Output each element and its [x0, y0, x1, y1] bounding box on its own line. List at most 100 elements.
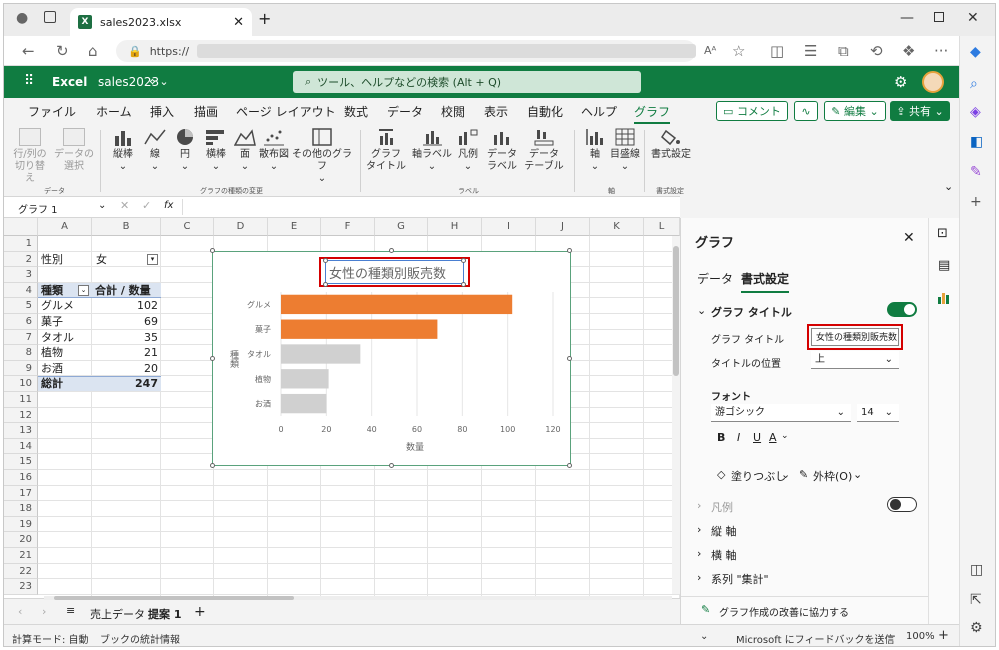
grid-hscroll-thumb[interactable]: [54, 596, 294, 600]
chart-resize-handle[interactable]: [389, 463, 394, 468]
back-icon[interactable]: ←: [22, 42, 35, 60]
column-header[interactable]: K: [590, 218, 644, 236]
pane-tab-format[interactable]: 書式設定: [741, 270, 790, 293]
chart-title-input[interactable]: 女性の種類別販売数: [811, 328, 899, 346]
app-launcher-icon[interactable]: ⠿: [24, 73, 34, 89]
new-tab-icon[interactable]: +: [258, 9, 271, 28]
outline-button[interactable]: 外枠(O): [813, 468, 852, 484]
browser-tab[interactable]: X sales2023.xlsx ✕: [70, 8, 252, 36]
menu-view[interactable]: 表示: [484, 103, 508, 120]
legend-button[interactable]: 凡例 ⌄: [454, 128, 482, 173]
image-icon[interactable]: ⊡: [937, 226, 948, 241]
column-header[interactable]: F: [321, 218, 375, 236]
section-series[interactable]: 系列 "集計": [711, 571, 769, 587]
workbook-stats[interactable]: ブックの統計情報: [100, 631, 180, 646]
area-button[interactable]: 面 ⌄: [233, 128, 256, 173]
maximize-icon[interactable]: [934, 12, 944, 22]
split-screen-icon[interactable]: ◫: [770, 42, 784, 60]
sidebar-search-icon[interactable]: ⌕: [970, 76, 978, 92]
row-header[interactable]: 6: [4, 314, 38, 330]
sidebar-settings-icon[interactable]: ⚙: [970, 620, 983, 636]
font-family-dropdown[interactable]: 游ゴシック ⌄: [711, 404, 851, 422]
menu-draw[interactable]: 描画: [194, 103, 218, 120]
sheet-next-icon[interactable]: ›: [42, 605, 46, 618]
url-field[interactable]: 🔒 https://: [116, 40, 696, 62]
avatar[interactable]: [922, 71, 944, 93]
status-chevron-icon[interactable]: ⌄: [700, 631, 708, 642]
row-header[interactable]: 19: [4, 516, 38, 533]
tab-list-icon[interactable]: [44, 11, 56, 23]
row-header[interactable]: 2: [4, 251, 38, 268]
refresh-icon[interactable]: ↻: [56, 42, 69, 60]
filter-dropdown-icon[interactable]: ▾: [147, 253, 158, 265]
add-sidebar-icon[interactable]: +: [970, 194, 982, 210]
menu-formulas[interactable]: 数式: [344, 103, 368, 120]
grid-hscrollbar[interactable]: [44, 596, 672, 600]
pane-feedback-link[interactable]: グラフ作成の改善に協力する: [719, 604, 849, 619]
confirm-icon[interactable]: ✓: [142, 199, 151, 212]
zoom-out-button[interactable]: −: [886, 629, 896, 643]
chart-title-button[interactable]: グラフ タイトル: [366, 128, 406, 173]
zoom-in-button[interactable]: +: [938, 628, 949, 643]
row-header[interactable]: 4: [4, 282, 38, 299]
chart-resize-handle[interactable]: [210, 463, 215, 468]
copilot-icon[interactable]: ◆: [970, 44, 981, 60]
column-header[interactable]: L: [644, 218, 680, 236]
cancel-icon[interactable]: ✕: [120, 199, 129, 212]
extensions-icon[interactable]: ❖: [902, 42, 915, 60]
more-icon[interactable]: ···: [934, 42, 948, 60]
chart-resize-handle[interactable]: [567, 463, 572, 468]
chevron-right-icon[interactable]: ›: [697, 547, 701, 560]
data-label-button[interactable]: データ ラベル: [484, 128, 520, 173]
add-sheet-button[interactable]: +: [194, 604, 206, 620]
pivot-filter-icon[interactable]: ⌄: [78, 284, 89, 296]
chart-resize-handle[interactable]: [210, 248, 215, 253]
column-header[interactable]: D: [214, 218, 268, 236]
name-box[interactable]: グラフ 1: [18, 201, 58, 216]
outline-chevron-icon[interactable]: ⌄: [853, 468, 862, 481]
column-header[interactable]: B: [92, 218, 161, 236]
minimize-icon[interactable]: —: [900, 10, 914, 26]
grid-vscrollbar[interactable]: [672, 236, 680, 594]
column-header[interactable]: C: [161, 218, 214, 236]
pane-close-icon[interactable]: ✕: [903, 230, 915, 246]
chart-pane-icon[interactable]: [937, 290, 951, 304]
file-name-suffix[interactable]: ⋄ ⌄: [149, 75, 169, 88]
section-chevron-icon[interactable]: ⌄: [697, 304, 706, 317]
row-header[interactable]: 7: [4, 329, 38, 346]
legend-toggle[interactable]: [887, 497, 917, 512]
row-header[interactable]: 20: [4, 532, 38, 548]
pane-tab-data[interactable]: データ: [697, 270, 733, 287]
column-header[interactable]: A: [38, 218, 92, 236]
other-charts-button[interactable]: その他のグラフ ⌄: [290, 128, 354, 185]
row-header[interactable]: 1: [4, 236, 38, 252]
menu-insert[interactable]: 挿入: [150, 103, 174, 120]
column-header[interactable]: J: [536, 218, 590, 236]
font-color-button[interactable]: A: [769, 431, 777, 444]
chart-title-toggle[interactable]: [887, 302, 917, 317]
column-header[interactable]: I: [482, 218, 536, 236]
formula-input[interactable]: [182, 199, 676, 215]
home-icon[interactable]: ⌂: [88, 42, 98, 60]
menu-page-layout[interactable]: ページ レイアウト: [236, 103, 336, 120]
section-chart-title[interactable]: グラフ タイトル: [711, 304, 792, 320]
row-header[interactable]: 23: [4, 579, 38, 595]
sheet-prev-icon[interactable]: ‹: [18, 605, 22, 618]
sheet-tab-sales-data[interactable]: 売上データ: [90, 606, 145, 622]
section-horizontal-axis[interactable]: 横 軸: [711, 547, 737, 563]
chart-resize-handle[interactable]: [210, 356, 215, 361]
chevron-right-icon[interactable]: ›: [697, 571, 701, 584]
axis-button[interactable]: 軸 ⌄: [582, 128, 608, 173]
row-header[interactable]: 18: [4, 501, 38, 517]
menu-home[interactable]: ホーム: [96, 103, 132, 120]
menu-chart[interactable]: グラフ: [634, 103, 671, 124]
grid-vscroll-thumb[interactable]: [673, 246, 679, 376]
row-header[interactable]: 13: [4, 423, 38, 439]
row-header[interactable]: 11: [4, 392, 38, 408]
settings-gear-icon[interactable]: ⚙: [894, 73, 907, 91]
sidebar-toggle-icon[interactable]: ◫: [970, 562, 983, 578]
row-header[interactable]: 21: [4, 548, 38, 564]
menu-file[interactable]: ファイル: [28, 103, 76, 120]
select-all-corner[interactable]: [4, 218, 38, 236]
comment-button[interactable]: ▭ コメント: [716, 101, 788, 121]
